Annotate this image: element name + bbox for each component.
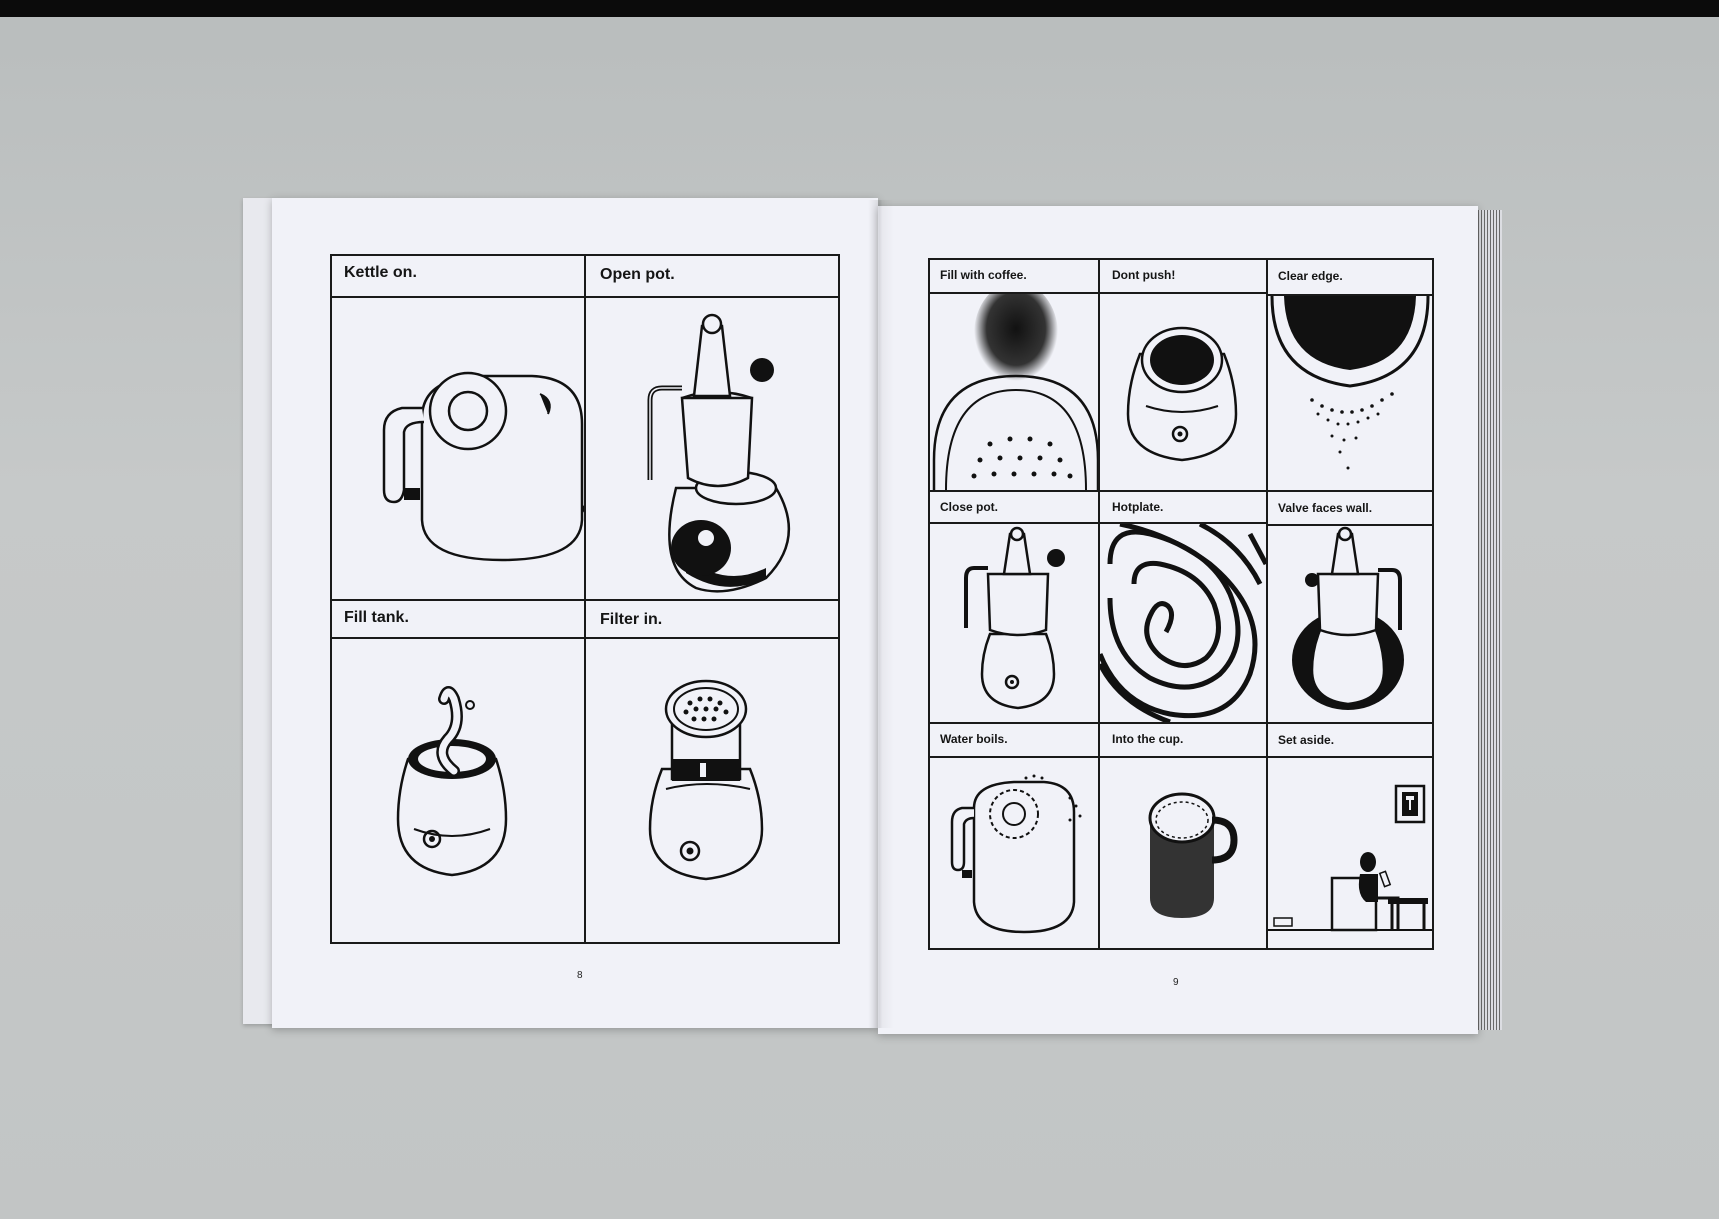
panel-label: Hotplate.	[1100, 492, 1266, 524]
moka-pot-on-stove-icon	[1292, 526, 1404, 710]
panel-fill-tank: Fill tank.	[332, 601, 584, 942]
panel-label: Open pot.	[586, 256, 838, 298]
panel-dont-push: Dont push!	[1100, 260, 1266, 490]
page-number-left: 8	[577, 970, 583, 981]
panel-into-the-cup: Into the cup.	[1100, 724, 1266, 948]
panel-label: Filter in.	[586, 601, 838, 639]
panel-kettle-on: Kettle on.	[332, 256, 584, 599]
panel-label: Fill with coffee.	[930, 260, 1098, 294]
panel-fill-with-coffee: Fill with coffee.	[930, 260, 1098, 490]
clear-edge-icon	[1270, 296, 1430, 470]
left-page-stack	[243, 198, 275, 1024]
moka-pot-open-icon	[647, 313, 791, 593]
left-panel-grid: Kettle on. Open pot. Fill tank. Filter i…	[330, 254, 840, 944]
panel-label: Clear edge.	[1268, 260, 1432, 296]
panel-label: Water boils.	[930, 724, 1098, 758]
right-panel-grid: Fill with coffee. Dont push! Clear edge.	[928, 258, 1434, 950]
panel-open-pot: Open pot.	[586, 256, 838, 599]
filter-basket-icon	[648, 679, 764, 881]
panel-label: Dont push!	[1100, 260, 1266, 294]
panel-water-boils: Water boils.	[930, 724, 1098, 948]
kettle-boiling-icon	[950, 774, 1082, 934]
page-number-right: 9	[1173, 977, 1179, 988]
kettle-top-view-icon	[382, 371, 584, 562]
panel-hotplate: Hotplate.	[1100, 492, 1266, 722]
moka-pot-closed-icon	[964, 526, 1065, 710]
panel-clear-edge: Clear edge.	[1268, 260, 1432, 490]
water-pouring-icon	[396, 686, 508, 877]
panel-label: Into the cup.	[1100, 724, 1266, 758]
book-gutter	[868, 200, 894, 1028]
panel-valve-faces-wall: Valve faces wall.	[1268, 492, 1432, 722]
scan-top-edge	[0, 0, 1719, 17]
panel-set-aside: Set aside.	[1268, 724, 1432, 948]
panel-label: Kettle on.	[332, 256, 584, 298]
coffee-cup-icon	[1148, 792, 1238, 918]
coffee-grounds-icon	[932, 294, 1098, 490]
panel-close-pot: Close pot.	[930, 492, 1098, 722]
panel-label: Fill tank.	[332, 601, 584, 639]
panel-label: Close pot.	[930, 492, 1098, 524]
hotplate-swirl-icon	[1100, 524, 1266, 722]
panel-label: Set aside.	[1268, 724, 1432, 758]
person-at-desk-icon	[1268, 784, 1432, 932]
panel-label: Valve faces wall.	[1268, 492, 1432, 526]
filled-basket-icon	[1126, 326, 1238, 462]
panel-filter-in: Filter in.	[586, 601, 838, 942]
